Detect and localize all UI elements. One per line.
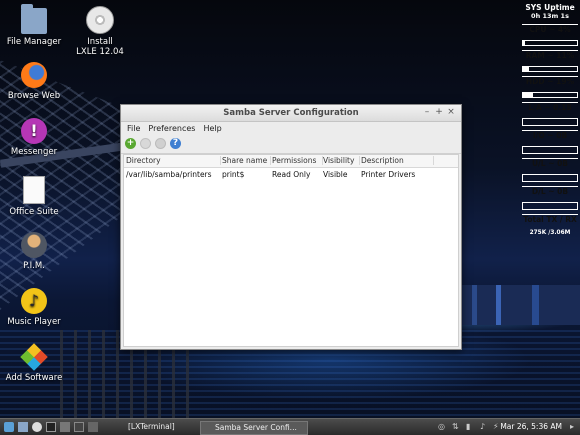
document-icon bbox=[23, 176, 45, 204]
toolbar: +? bbox=[121, 136, 461, 154]
menu-help[interactable]: Help bbox=[199, 122, 225, 133]
total-traffic-value: 275K /3.06M bbox=[529, 230, 571, 236]
network-icon[interactable]: ⇅ bbox=[452, 422, 459, 431]
load-graph bbox=[522, 118, 578, 126]
desktop-icon-install-lxle[interactable]: Install LXLE 12.04 bbox=[60, 6, 140, 57]
hdd-readout: HDD ~ 19% bbox=[522, 76, 578, 91]
desktop-icon-label: Add Software bbox=[5, 373, 63, 383]
taskbar: [LXTerminal] Samba Server Confi... ◎ ⇅ ▮… bbox=[0, 418, 580, 435]
firefox-icon bbox=[21, 62, 47, 88]
messenger-icon: ! bbox=[21, 118, 47, 144]
desktop-icon-office-suite[interactable]: Office Suite bbox=[0, 176, 74, 217]
menu-file[interactable]: File bbox=[123, 122, 144, 133]
table-row[interactable]: /var/lib/samba/printers print$ Read Only… bbox=[124, 168, 458, 181]
window-titlebar[interactable]: Samba Server Configuration – + × bbox=[121, 105, 461, 122]
close-button[interactable]: × bbox=[445, 107, 457, 117]
cell-permissions: Read Only bbox=[272, 170, 311, 179]
menu-bar: File Preferences Help bbox=[121, 122, 461, 136]
io-readout: I/O ~ 0B bbox=[522, 130, 578, 145]
desktop-icon-add-software[interactable]: Add Software bbox=[0, 343, 74, 383]
download-graph bbox=[522, 202, 578, 210]
file-manager-launcher-icon[interactable] bbox=[18, 422, 28, 432]
column-directory[interactable]: Directory bbox=[126, 156, 221, 165]
desktop-icon-music-player[interactable]: ♪ Music Player bbox=[0, 288, 74, 327]
software-icon bbox=[20, 343, 48, 371]
cell-description: Printer Drivers bbox=[361, 170, 416, 179]
show-desktop-icon[interactable]: ▸ bbox=[570, 422, 574, 431]
delete-share-icon[interactable] bbox=[155, 138, 166, 149]
disc-icon bbox=[86, 6, 114, 34]
notification-icon[interactable]: ◎ bbox=[438, 422, 445, 431]
desktop-icon-label: Browse Web bbox=[7, 91, 61, 101]
upload-graph bbox=[522, 174, 578, 182]
task-lxterminal[interactable]: [LXTerminal] bbox=[114, 421, 208, 433]
cell-share-name: print$ bbox=[222, 170, 245, 179]
help-icon[interactable]: ? bbox=[170, 138, 181, 149]
desktop-icon-label: Office Suite bbox=[9, 207, 59, 217]
pim-icon bbox=[21, 232, 47, 258]
hdd-bar bbox=[522, 92, 578, 98]
clock[interactable]: Mar 26, 5:36 AM bbox=[500, 422, 562, 431]
battery-icon[interactable]: ▮ bbox=[466, 422, 470, 431]
ram-bar-fill bbox=[523, 67, 529, 71]
hdd-bar-fill bbox=[523, 93, 534, 97]
system-monitor: SYS Uptime 0h 13m 1s CPU ~ 4% RAM ~ 11% … bbox=[522, 4, 578, 237]
cpu-bar-fill bbox=[523, 41, 526, 45]
maximize-button[interactable]: + bbox=[433, 107, 445, 117]
cell-visibility: Visible bbox=[323, 170, 348, 179]
cpu-bar bbox=[522, 40, 578, 46]
ram-bar bbox=[522, 66, 578, 72]
load-readout: L/A ~ 0.18 bbox=[522, 102, 578, 117]
samba-window: Samba Server Configuration – + × File Prefe… bbox=[120, 104, 462, 350]
desktop: File Manager Install LXLE 12.04 Browse W… bbox=[0, 0, 580, 418]
shares-table: Directory Share name Permissions Visibil… bbox=[123, 154, 459, 347]
music-icon: ♪ bbox=[21, 288, 47, 314]
browser-launcher-icon[interactable] bbox=[32, 422, 42, 432]
column-visibility[interactable]: Visibility bbox=[323, 156, 360, 165]
desktop-icon-label: P.I.M. bbox=[23, 261, 45, 271]
monitor-launcher-icon[interactable] bbox=[60, 422, 70, 432]
city-skyline bbox=[460, 285, 580, 325]
download-readout: D/L ~ 0B bbox=[522, 186, 578, 201]
desktop-toggle-icon[interactable] bbox=[74, 422, 84, 432]
desktop-icon-label: Install LXLE 12.04 bbox=[76, 37, 124, 57]
add-share-icon[interactable]: + bbox=[125, 138, 136, 149]
cell-directory: /var/lib/samba/printers bbox=[126, 170, 212, 179]
cpu-readout: CPU ~ 4% bbox=[522, 24, 578, 39]
minimize-button[interactable]: – bbox=[421, 107, 433, 117]
desktop-icon-pim[interactable]: P.I.M. bbox=[0, 232, 74, 271]
desktop-icon-browse-web[interactable]: Browse Web bbox=[0, 62, 74, 101]
table-header: Directory Share name Permissions Visibil… bbox=[124, 155, 458, 168]
column-description[interactable]: Description bbox=[361, 156, 434, 165]
total-traffic-label: Total TX / RX bbox=[522, 214, 578, 229]
menu-preferences[interactable]: Preferences bbox=[144, 122, 199, 133]
column-permissions[interactable]: Permissions bbox=[272, 156, 323, 165]
ram-readout: RAM ~ 11% bbox=[522, 50, 578, 65]
terminal-launcher-icon[interactable] bbox=[46, 422, 56, 432]
uptime-title: SYS Uptime bbox=[525, 3, 575, 12]
power-icon[interactable]: ⚡ bbox=[493, 422, 499, 431]
volume-icon[interactable]: ♪ bbox=[480, 422, 485, 431]
task-samba[interactable]: Samba Server Confi... bbox=[200, 421, 308, 435]
workspace-icon[interactable] bbox=[88, 422, 98, 432]
io-graph bbox=[522, 146, 578, 154]
desktop-icon-label: Music Player bbox=[7, 317, 61, 327]
edit-share-icon[interactable] bbox=[140, 138, 151, 149]
column-share-name[interactable]: Share name bbox=[222, 156, 271, 165]
window-title: Samba Server Configuration bbox=[223, 108, 359, 118]
desktop-icon-messenger[interactable]: ! Messenger bbox=[0, 118, 74, 157]
uptime-value: 0h 13m 1s bbox=[531, 12, 569, 20]
desktop-icon-label: Messenger bbox=[10, 147, 58, 157]
upload-readout: U/L ~ 0B bbox=[522, 158, 578, 173]
start-menu-icon[interactable] bbox=[4, 422, 14, 432]
folder-icon bbox=[21, 4, 47, 34]
